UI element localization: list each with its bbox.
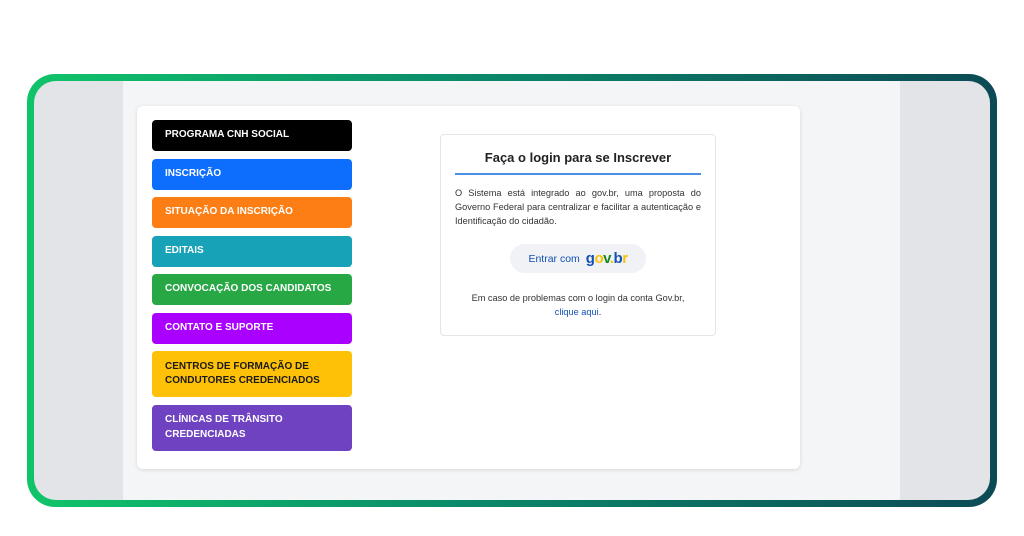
problem-message: Em caso de problemas com o login da cont… [471, 293, 685, 304]
help-link[interactable]: clique aqui [555, 307, 599, 317]
menu-inscricao[interactable]: INSCRIÇÃO [152, 158, 352, 190]
main-card: PROGRAMA CNH SOCIAL INSCRIÇÃO SITUAÇÃO D… [137, 106, 800, 469]
menu-centros-formacao[interactable]: CENTROS DE FORMAÇÃO DE CONDUTORES CREDEN… [152, 351, 352, 397]
menu-clinicas-transito[interactable]: CLÍNICAS DE TRÂNSITO CREDENCIADAS [152, 404, 352, 451]
menu-programa-cnh-social[interactable]: PROGRAMA CNH SOCIAL [152, 120, 352, 151]
govbr-logo: gov.br [585, 250, 628, 268]
login-title: Faça o login para se Inscrever [484, 150, 672, 165]
govbr-button-label: Entrar com [528, 252, 580, 265]
menu-editais[interactable]: EDITAIS [152, 235, 352, 267]
side-menu: PROGRAMA CNH SOCIAL INSCRIÇÃO SITUAÇÃO D… [152, 120, 352, 458]
device-frame: PROGRAMA CNH SOCIAL INSCRIÇÃO SITUAÇÃO D… [27, 74, 997, 507]
menu-contato-suporte[interactable]: CONTATO E SUPORTE [152, 312, 352, 344]
menu-convocacao-candidatos[interactable]: CONVOCAÇÃO DOS CANDIDATOS [152, 274, 352, 305]
help-link-suffix: . [598, 307, 602, 318]
login-panel: Faça o login para se Inscrever O Sistema… [440, 134, 716, 336]
menu-situacao-inscricao[interactable]: SITUAÇÃO DA INSCRIÇÃO [152, 197, 352, 228]
govbr-login-button[interactable]: Entrar com gov.br [510, 244, 646, 274]
login-problem-text: Em caso de problemas com o login da cont… [441, 292, 715, 320]
title-divider [455, 173, 701, 175]
browser-area: PROGRAMA CNH SOCIAL INSCRIÇÃO SITUAÇÃO D… [34, 81, 990, 500]
login-description: O Sistema está integrado ao gov.br, uma … [455, 188, 701, 226]
page-viewport: PROGRAMA CNH SOCIAL INSCRIÇÃO SITUAÇÃO D… [123, 81, 900, 500]
